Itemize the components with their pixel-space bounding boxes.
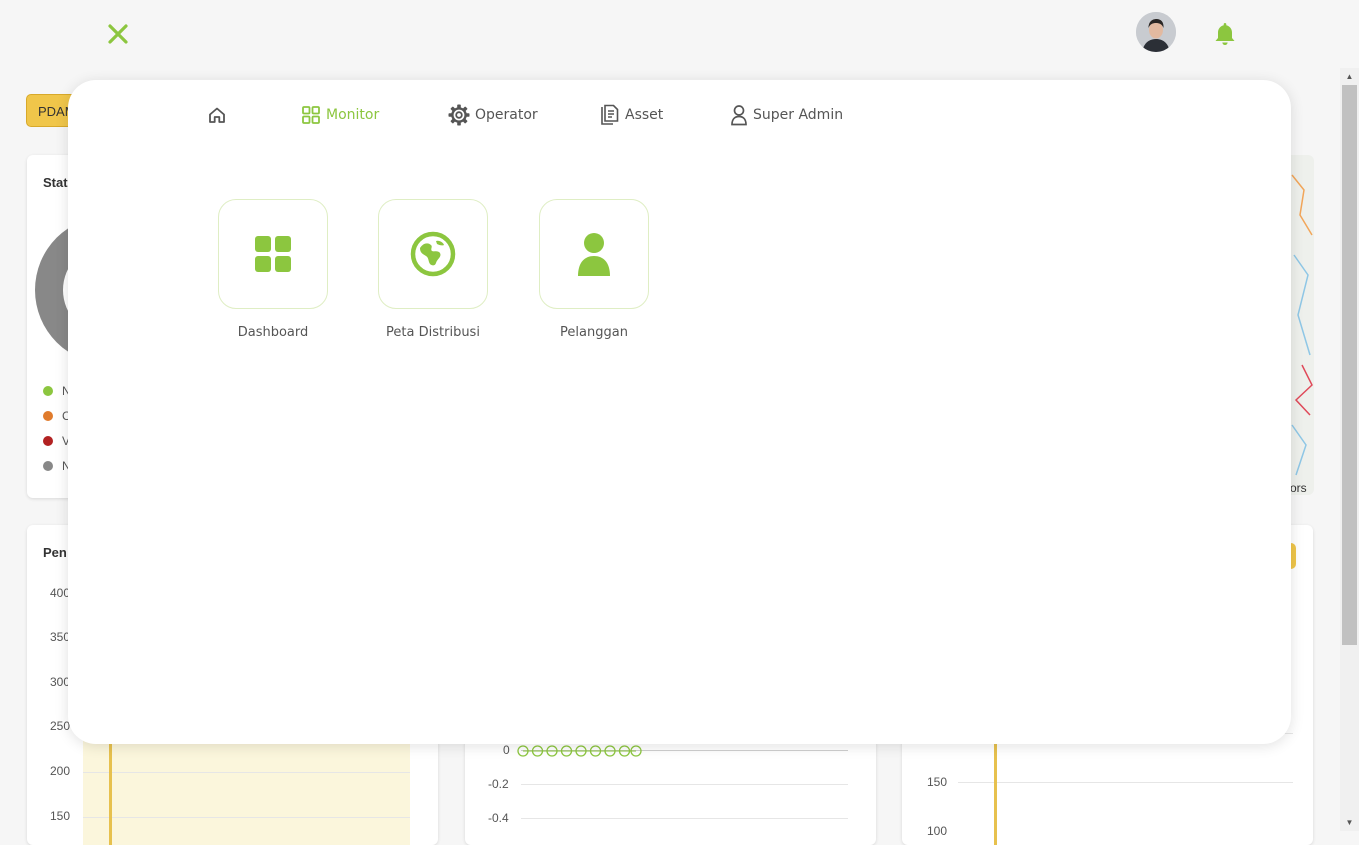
scroll-down-arrow[interactable]: ▼ xyxy=(1340,814,1359,831)
avatar[interactable] xyxy=(1136,12,1176,52)
y-tick-label: -0.2 xyxy=(488,777,509,791)
nav-home[interactable] xyxy=(207,102,232,128)
navigation-modal: Monitor Operator Asset Super Admin Dashb… xyxy=(68,80,1291,744)
dashboard-tile-label: Dashboard xyxy=(237,325,309,340)
nav-super-admin[interactable]: Super Admin xyxy=(730,102,843,128)
legend-dot-1 xyxy=(43,386,53,396)
map-attribution: ors xyxy=(1290,481,1307,495)
nav-monitor[interactable]: Monitor xyxy=(301,102,379,128)
scroll-thumb[interactable] xyxy=(1342,85,1357,645)
bell-icon xyxy=(1215,23,1235,45)
y-tick-label: 150 xyxy=(50,809,71,823)
nav-operator[interactable]: Operator xyxy=(448,102,538,128)
y-tick-label: 250 xyxy=(50,719,71,733)
gear-icon xyxy=(448,104,470,126)
pelanggan-tile-label: Pelanggan xyxy=(560,325,628,340)
peta-distribusi-tile[interactable] xyxy=(378,199,488,309)
notification-button[interactable] xyxy=(1212,20,1238,48)
chart-2-points xyxy=(517,745,642,757)
status-card-title: Stat xyxy=(43,175,68,190)
legend-dot-3 xyxy=(43,436,53,446)
nav-asset[interactable]: Asset xyxy=(600,102,663,128)
y-tick-label: 100 xyxy=(927,824,948,838)
scroll-up-arrow[interactable]: ▲ xyxy=(1340,68,1359,85)
legend-dot-2 xyxy=(43,411,53,421)
chart-card-1-title: Pen xyxy=(43,545,67,560)
gridline xyxy=(521,818,848,819)
document-icon xyxy=(601,104,619,125)
user-icon xyxy=(578,233,610,276)
pelanggan-tile[interactable] xyxy=(539,199,649,309)
map-lines xyxy=(1291,174,1313,476)
nav-operator-label: Operator xyxy=(475,107,538,123)
legend-dot-4 xyxy=(43,461,53,471)
close-icon xyxy=(108,24,128,44)
peta-distribusi-tile-label: Peta Distribusi xyxy=(386,325,480,340)
map-card-edge: ors xyxy=(1290,155,1314,495)
nav-monitor-label: Monitor xyxy=(326,107,380,123)
gridline xyxy=(958,782,1293,783)
close-button[interactable] xyxy=(104,20,132,48)
home-icon xyxy=(209,107,225,123)
page-scrollbar[interactable]: ▲ ▼ xyxy=(1340,68,1359,831)
globe-icon xyxy=(410,231,456,277)
dashboard-tile[interactable] xyxy=(218,199,328,309)
chart-3-series-line xyxy=(994,735,997,845)
gridline xyxy=(83,772,410,773)
user-avatar-icon xyxy=(1136,12,1176,52)
y-tick-label: -0.4 xyxy=(488,811,509,825)
gridline xyxy=(521,784,848,785)
y-tick-label: 150 xyxy=(927,775,948,789)
y-tick-label: 0 xyxy=(503,743,510,757)
modal-nav-bar: Monitor Operator Asset Super Admin xyxy=(68,80,1291,150)
gridline xyxy=(83,817,410,818)
grid-icon xyxy=(302,106,320,124)
nav-super-admin-label: Super Admin xyxy=(753,107,844,123)
y-tick-label: 200 xyxy=(50,764,71,778)
nav-asset-label: Asset xyxy=(625,107,664,123)
user-icon xyxy=(731,105,747,126)
dashboard-icon xyxy=(255,236,291,272)
